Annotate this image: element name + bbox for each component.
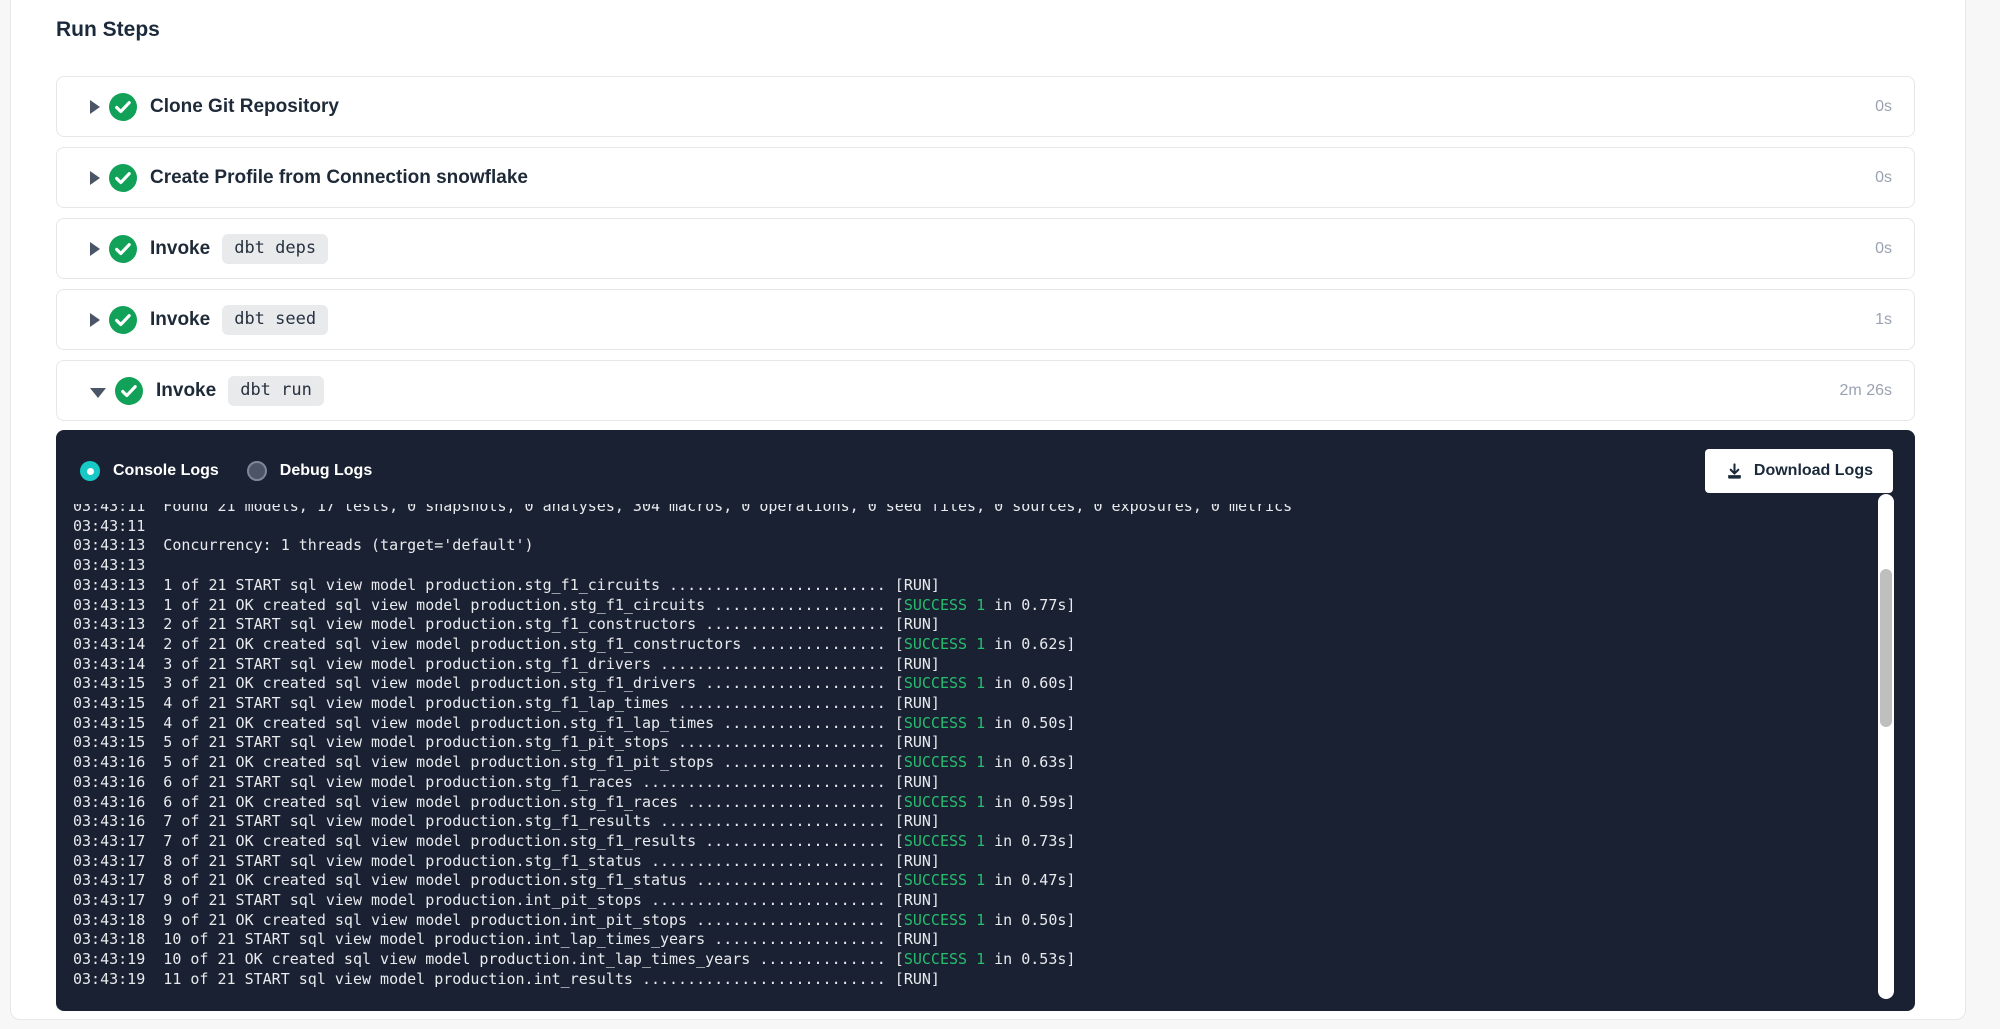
log-line: 03:43:11 [73, 517, 1915, 537]
log-line: 03:43:13 2 of 21 START sql view model pr… [73, 615, 1915, 635]
success-check-icon [115, 377, 143, 405]
log-tab-label: Debug Logs [280, 462, 372, 480]
log-panel-header: Console Logs Debug Logs Download Logs [56, 430, 1915, 493]
log-line: 03:43:19 11 of 21 START sql view model p… [73, 970, 1915, 990]
step-label: Invoke [150, 238, 210, 260]
log-lines: 03:43:11 Found 21 models, 17 tests, 0 sn… [73, 504, 1915, 990]
log-line: 03:43:16 6 of 21 OK created sql view mod… [73, 793, 1915, 813]
step-duration: 1s [1875, 311, 1892, 329]
log-tab-radio[interactable]: Debug Logs [247, 461, 372, 481]
log-line: 03:43:15 5 of 21 START sql view model pr… [73, 733, 1915, 753]
log-line: 03:43:14 3 of 21 START sql view model pr… [73, 655, 1915, 675]
step-duration: 2m 26s [1840, 382, 1892, 400]
log-line: 03:43:16 6 of 21 START sql view model pr… [73, 773, 1915, 793]
step-duration: 0s [1875, 98, 1892, 116]
success-check-icon [109, 164, 137, 192]
log-line: 03:43:17 8 of 21 OK created sql view mod… [73, 871, 1915, 891]
log-line: 03:43:13 Concurrency: 1 threads (target=… [73, 536, 1915, 556]
success-check-icon [109, 93, 137, 121]
log-type-radio-group: Console Logs Debug Logs [80, 461, 372, 481]
log-line: 03:43:13 [73, 556, 1915, 576]
log-line: 03:43:19 10 of 21 OK created sql view mo… [73, 950, 1915, 970]
success-check-icon [109, 235, 137, 263]
download-logs-button[interactable]: Download Logs [1705, 449, 1893, 493]
log-line: 03:43:17 9 of 21 START sql view model pr… [73, 891, 1915, 911]
caret-icon[interactable] [90, 100, 100, 114]
step-command-badge: dbt deps [222, 234, 328, 264]
step-command-badge: dbt run [228, 376, 324, 406]
caret-icon[interactable] [90, 388, 106, 398]
log-tab-label: Console Logs [113, 462, 219, 480]
log-line: 03:43:18 10 of 21 START sql view model p… [73, 930, 1915, 950]
step-label: Invoke [150, 309, 210, 331]
log-line: 03:43:13 1 of 21 START sql view model pr… [73, 576, 1915, 596]
log-line: 03:43:18 9 of 21 OK created sql view mod… [73, 911, 1915, 931]
step-row[interactable]: Create Profile from Connection snowflake… [56, 147, 1915, 208]
log-line: 03:43:15 3 of 21 OK created sql view mod… [73, 674, 1915, 694]
log-scrollbar-thumb[interactable] [1880, 569, 1892, 727]
caret-icon[interactable] [90, 171, 100, 185]
log-line: 03:43:13 1 of 21 OK created sql view mod… [73, 596, 1915, 616]
step-row[interactable]: Invoke dbt run 2m 26s [56, 360, 1915, 421]
run-steps-panel: Run Steps Clone Git Repository 0s Create… [10, 0, 1966, 1020]
step-duration: 0s [1875, 169, 1892, 187]
log-line: 03:43:11 Found 21 models, 17 tests, 0 sn… [73, 504, 1915, 517]
page-title: Run Steps [56, 17, 1965, 43]
download-logs-label: Download Logs [1754, 462, 1873, 480]
step-command-badge: dbt seed [222, 305, 328, 335]
radio-icon[interactable] [247, 461, 267, 481]
download-icon [1725, 462, 1744, 481]
radio-icon[interactable] [80, 461, 100, 481]
step-label: Invoke [156, 380, 216, 402]
log-line: 03:43:15 4 of 21 OK created sql view mod… [73, 714, 1915, 734]
log-panel: Console Logs Debug Logs Download Logs 03… [56, 430, 1915, 1011]
log-line: 03:43:16 7 of 21 START sql view model pr… [73, 812, 1915, 832]
steps-list: Clone Git Repository 0s Create Profile f… [56, 76, 1915, 421]
log-line: 03:43:14 2 of 21 OK created sql view mod… [73, 635, 1915, 655]
step-row[interactable]: Invoke dbt seed 1s [56, 289, 1915, 350]
success-check-icon [109, 306, 137, 334]
log-line: 03:43:15 4 of 21 START sql view model pr… [73, 694, 1915, 714]
log-line: 03:43:17 7 of 21 OK created sql view mod… [73, 832, 1915, 852]
step-duration: 0s [1875, 240, 1892, 258]
step-row[interactable]: Clone Git Repository 0s [56, 76, 1915, 137]
log-scrollbar[interactable] [1878, 494, 1894, 999]
caret-icon[interactable] [90, 313, 100, 327]
log-line: 03:43:16 5 of 21 OK created sql view mod… [73, 753, 1915, 773]
caret-icon[interactable] [90, 242, 100, 256]
step-label: Clone Git Repository [150, 96, 339, 118]
log-line: 03:43:17 8 of 21 START sql view model pr… [73, 852, 1915, 872]
step-label: Create Profile from Connection snowflake [150, 167, 528, 189]
step-row[interactable]: Invoke dbt deps 0s [56, 218, 1915, 279]
console-log-output[interactable]: 03:43:11 Found 21 models, 17 tests, 0 sn… [56, 504, 1915, 1011]
log-tab-radio[interactable]: Console Logs [80, 461, 219, 481]
